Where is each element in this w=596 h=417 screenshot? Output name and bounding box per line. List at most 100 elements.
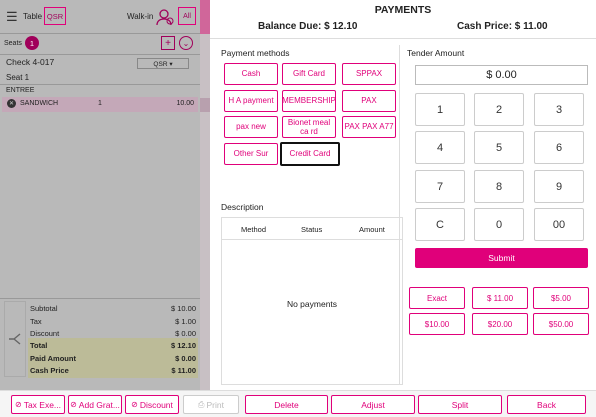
item-name: SANDWICH [20, 100, 59, 107]
totals-row: Tax $ 1.00 [30, 317, 196, 326]
payment-method-button[interactable]: PAX [342, 90, 396, 112]
dialog-title: PAYMENTS [374, 4, 432, 16]
totals-label: Cash Price [30, 366, 69, 375]
payment-method-button[interactable]: PAX PAX A77 [342, 116, 396, 138]
keypad-key[interactable]: 4 [415, 131, 465, 164]
submit-button[interactable]: Submit [415, 248, 588, 268]
keypad-key[interactable]: 00 [534, 208, 584, 241]
customer-icon[interactable] [156, 8, 174, 26]
payment-method-button[interactable]: Credit Card [280, 142, 340, 166]
menu-icon[interactable]: ☰ [6, 9, 18, 25]
tender-input[interactable]: $ 0.00 [415, 65, 588, 85]
tender-heading: Tender Amount [407, 48, 465, 58]
empty-state: No payments [286, 299, 338, 309]
action-label: Discount [139, 399, 173, 410]
keypad-key[interactable]: 6 [534, 131, 584, 164]
keypad-key[interactable]: 8 [474, 170, 524, 203]
action-bar: ⊘ Tax Exe... ⊘ Add Grat... ⊘ Discount ⎙ Print De… [0, 390, 596, 417]
totals-value: $ 11.00 [171, 366, 196, 375]
tax-exempt-button[interactable]: ⊘ Tax Exe... [11, 395, 65, 414]
adjust-button[interactable]: Adjust [331, 395, 415, 414]
action-label: Print [206, 399, 224, 410]
keypad-key[interactable]: 3 [534, 93, 584, 126]
keypad-key[interactable]: C [415, 208, 465, 241]
action-label: Back [537, 399, 556, 410]
percent-icon: ⊘ [70, 400, 77, 409]
percent-icon: ⊘ [131, 400, 138, 409]
keypad-key[interactable]: 1 [415, 93, 465, 126]
balance-due: Balance Due: $ 12.10 [258, 21, 358, 32]
totals-label: Subtotal [30, 304, 58, 313]
printer-icon: ⎙ [198, 399, 205, 409]
seat-label: Seat 1 [6, 73, 30, 82]
dimmed-edge [200, 0, 210, 390]
back-button[interactable]: Back [507, 395, 586, 414]
order-type-dropdown[interactable]: QSR ▾ [137, 58, 189, 69]
payments-table: Method Status Amount No payments [221, 217, 403, 385]
payment-method-button[interactable]: SPPAX [342, 63, 396, 85]
quick-amount-button[interactable]: Exact [409, 287, 465, 309]
keypad-key[interactable]: 7 [415, 170, 465, 203]
action-label: Delete [274, 399, 299, 410]
col-method: Method [241, 225, 267, 234]
discount-button[interactable]: ⊘ Discount [125, 395, 179, 414]
keypad-key[interactable]: 0 [474, 208, 524, 241]
percent-icon: ⊘ [14, 400, 22, 409]
print-button[interactable]: ⎙ Print [183, 395, 239, 414]
qsr-badge[interactable]: QSR [44, 7, 66, 25]
split-button[interactable]: Split [418, 395, 502, 414]
payments-dialog: PAYMENTS Balance Due: $ 12.10 Cash Price… [210, 0, 596, 390]
totals-label: Total [30, 341, 48, 350]
totals-label: Tax [30, 317, 42, 326]
totals-row: Total $ 12.10 [30, 341, 196, 350]
payment-method-button[interactable]: Gift Card [282, 63, 336, 85]
seats-count-badge[interactable]: 1 [25, 36, 39, 50]
payment-method-button[interactable]: Other Sur [224, 143, 278, 165]
payment-methods-heading: Payment methods [221, 48, 290, 58]
action-label: Add Grat... [78, 399, 120, 410]
quick-amount-button[interactable]: $10.00 [409, 313, 465, 335]
add-gratuity-button[interactable]: ⊘ Add Grat... [68, 395, 122, 414]
keypad-key[interactable]: 9 [534, 170, 584, 203]
payment-method-button[interactable]: Cash [224, 63, 278, 85]
payment-method-button[interactable]: H A payment [224, 90, 278, 112]
split-handle[interactable] [4, 301, 26, 377]
quick-amount-button[interactable]: $50.00 [533, 313, 589, 335]
totals-value: $ 1.00 [175, 317, 196, 326]
totals-value: $ 12.10 [170, 341, 196, 350]
add-seat-button[interactable]: + [161, 36, 175, 50]
cash-price: Cash Price: $ 11.00 [457, 21, 548, 32]
col-amount: Amount [359, 225, 385, 234]
action-label: Split [451, 399, 469, 410]
col-status: Status [301, 225, 323, 234]
quick-amount-button[interactable]: $20.00 [472, 313, 528, 335]
quick-amount-button[interactable]: $5.00 [533, 287, 589, 309]
description-heading: Description [221, 202, 264, 212]
action-label: Adjust [361, 399, 385, 410]
delete-button[interactable]: Delete [245, 395, 328, 414]
order-panel: ☰ Table QSR Walk-in All Seats 1 + ⌄ Chec… [0, 0, 210, 390]
all-button[interactable]: All [178, 7, 196, 25]
remove-item-icon[interactable]: ✕ [7, 99, 16, 108]
payment-method-button[interactable]: MEMBERSHIP [282, 90, 336, 112]
payment-method-button[interactable]: pax new [224, 116, 278, 138]
category-label: ENTREE [6, 87, 35, 94]
seats-label: Seats [4, 40, 22, 47]
totals-row: Discount $ 0.00 [30, 329, 196, 338]
collapse-icon[interactable]: ⌄ [179, 36, 193, 50]
totals-row: Subtotal $ 10.00 [30, 304, 196, 313]
item-qty: 1 [98, 100, 102, 107]
payment-method-button[interactable]: Bionet meal ca rd [282, 116, 336, 138]
item-price: 10.00 [176, 100, 194, 107]
table-label: Table [23, 12, 43, 21]
totals-label: Paid Amount [30, 354, 76, 363]
totals-row: Paid Amount $ 0.00 [30, 354, 196, 363]
totals-value: $ 0.00 [175, 354, 196, 363]
quick-amount-button[interactable]: $ 11.00 [472, 287, 528, 309]
keypad-key[interactable]: 5 [474, 131, 524, 164]
totals-value: $ 0.00 [175, 329, 196, 338]
totals-row: Cash Price $ 11.00 [30, 366, 196, 375]
order-item-row[interactable]: ✕ SANDWICH 1 10.00 [2, 97, 198, 112]
keypad-key[interactable]: 2 [474, 93, 524, 126]
split-icon [9, 333, 21, 345]
